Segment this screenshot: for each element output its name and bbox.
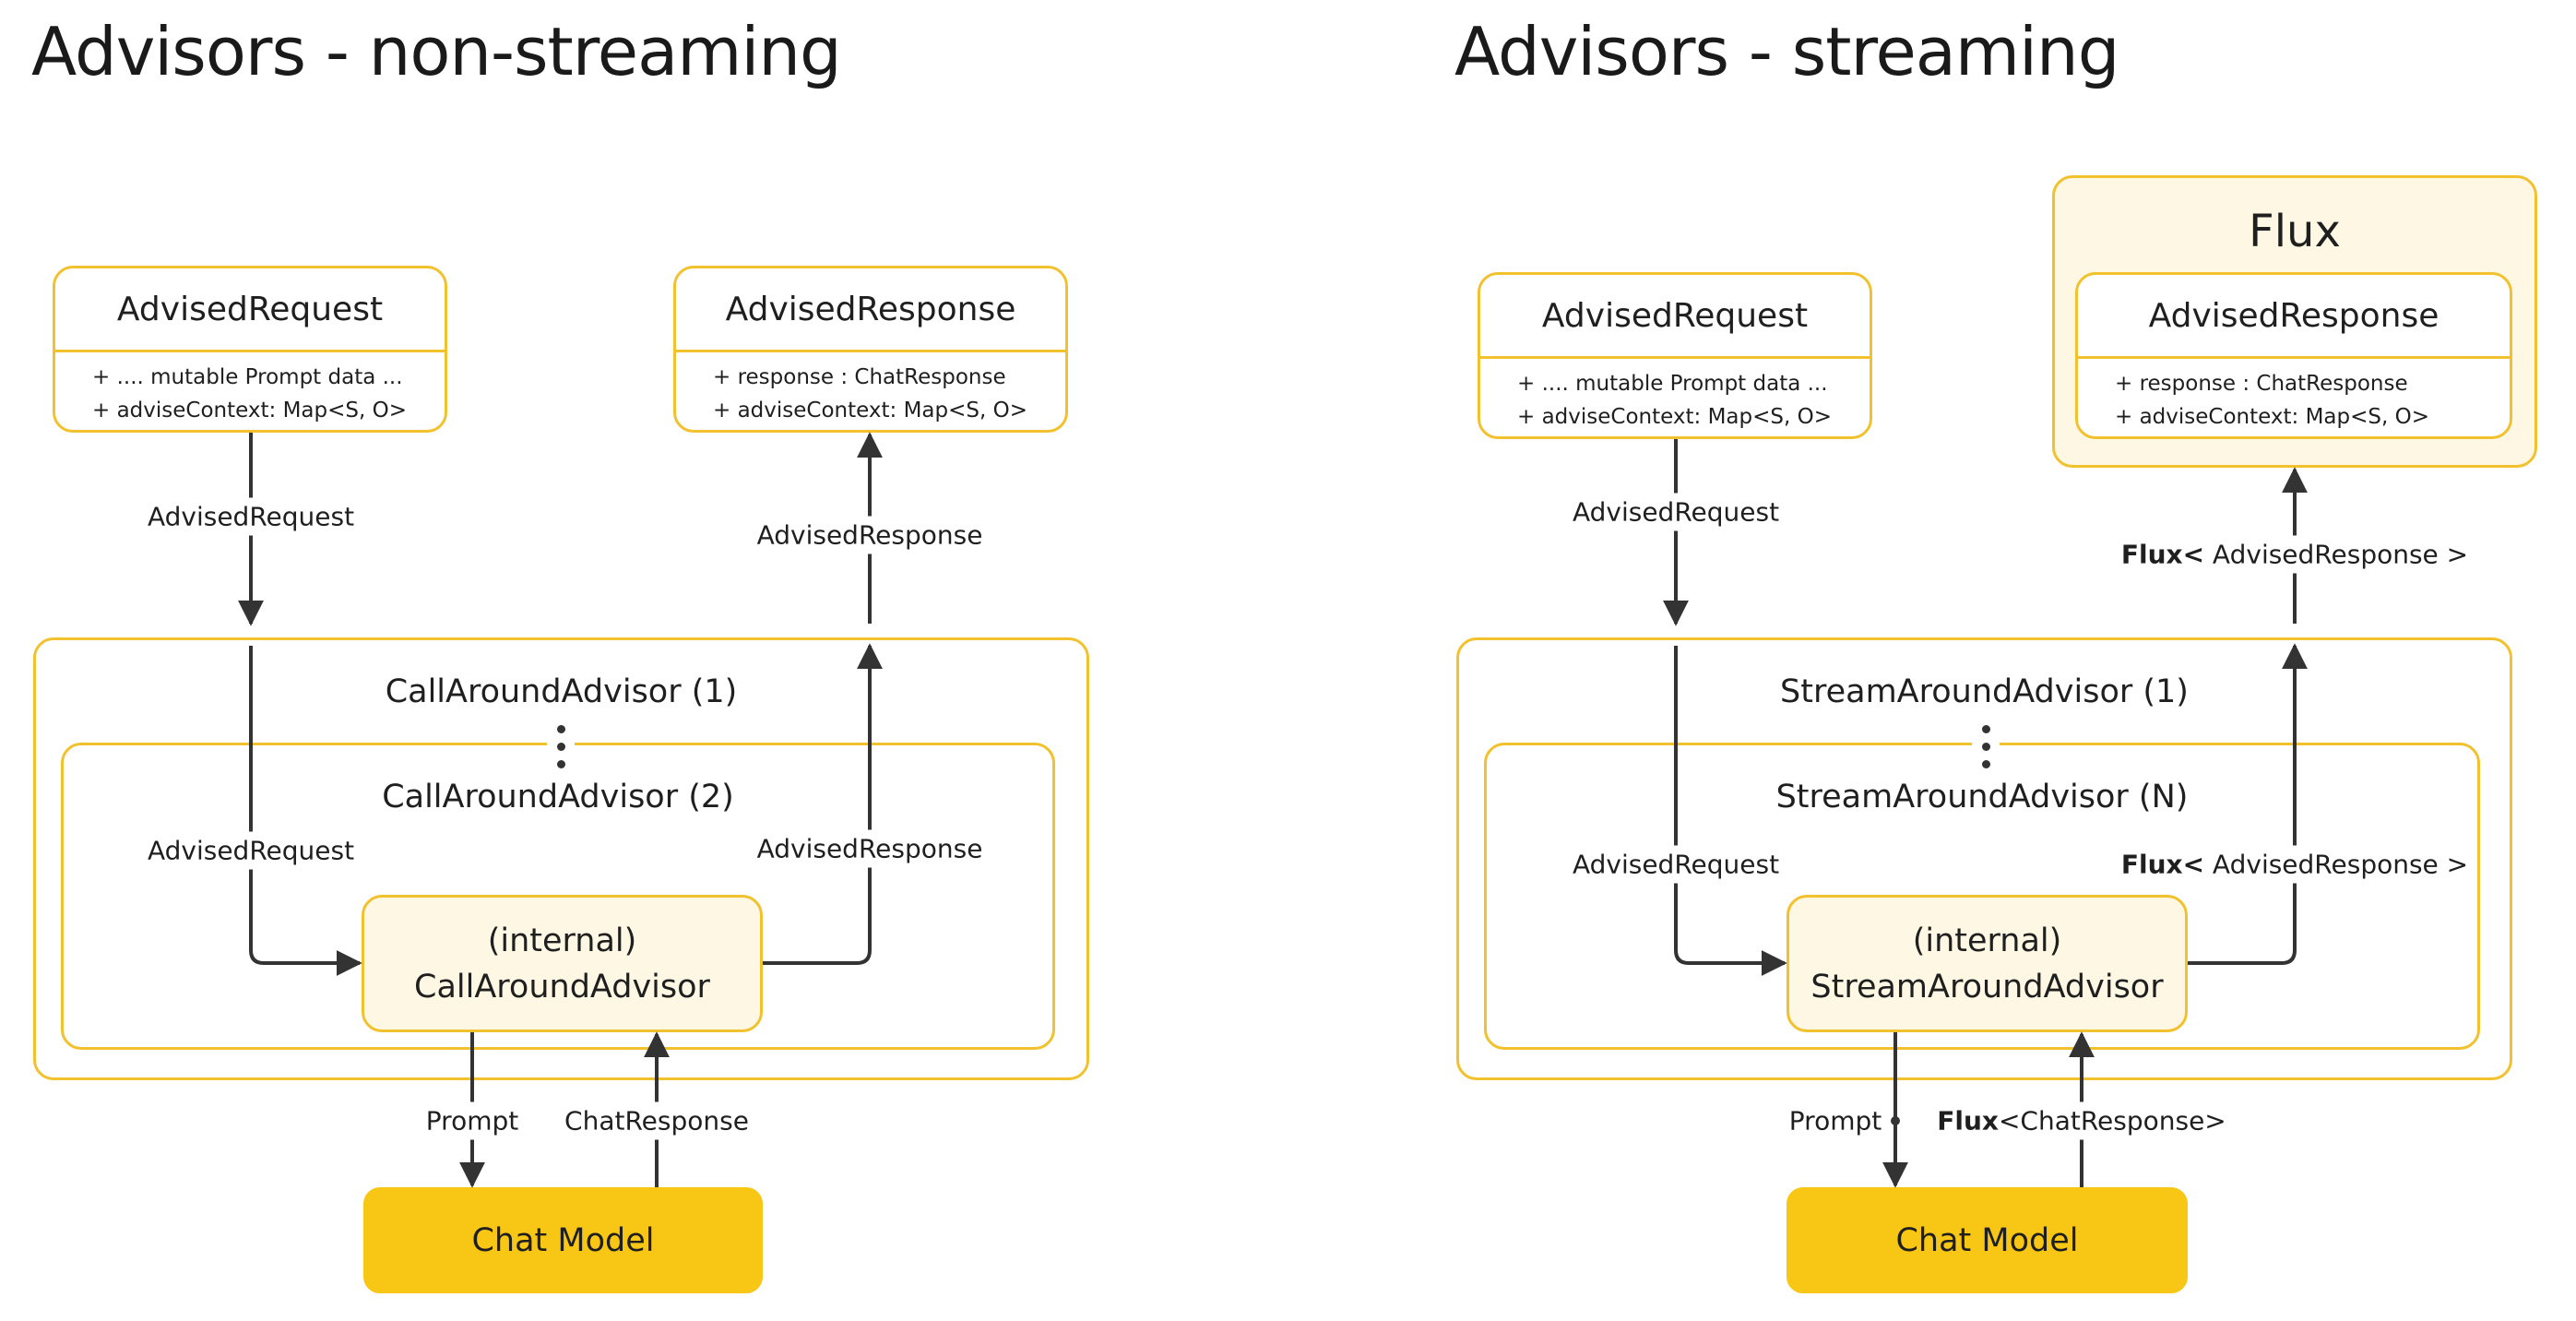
arrow-internal-to-response — [763, 643, 883, 965]
flux-bold: Flux< — [2120, 539, 2205, 570]
edge-label-response-top: AdvisedResponse — [751, 516, 989, 554]
stream-edge-label-request-top: AdvisedRequest — [1566, 493, 1786, 531]
label-rest: <ChatResponse> — [1998, 1105, 2226, 1137]
edge-label-chat-response: ChatResponse — [559, 1101, 754, 1140]
ellipsis-icon — [547, 720, 575, 774]
stream-edge-label-request-inner: AdvisedRequest — [1566, 845, 1786, 884]
flux-bold: Flux — [1937, 1105, 1999, 1137]
edge-label-prompt: Prompt — [420, 1101, 525, 1140]
stream-edge-label-chat-response: Flux<ChatResponse> — [1931, 1101, 2232, 1140]
edge-label-request-inner: AdvisedRequest — [141, 831, 361, 870]
stream-edge-label-response-top: Flux< AdvisedResponse > — [2115, 535, 2475, 574]
prompt-junction-dot — [1891, 1116, 1900, 1125]
arrow-stream-request-to-internal — [1674, 646, 1787, 976]
flux-bold: Flux< — [2120, 849, 2205, 880]
label-rest: AdvisedResponse > — [2204, 539, 2469, 570]
ellipsis-icon — [1972, 720, 2000, 774]
edge-label-response-inner: AdvisedResponse — [751, 829, 989, 868]
stream-edge-label-response-inner: Flux< AdvisedResponse > — [2115, 845, 2475, 884]
edge-label-request-top: AdvisedRequest — [141, 497, 361, 536]
label-rest: AdvisedResponse > — [2204, 849, 2469, 880]
arrow-request-to-internal — [249, 646, 362, 976]
stream-edge-label-prompt: Prompt — [1788, 1105, 1882, 1137]
arrow-stream-internal-to-response — [2188, 643, 2308, 965]
